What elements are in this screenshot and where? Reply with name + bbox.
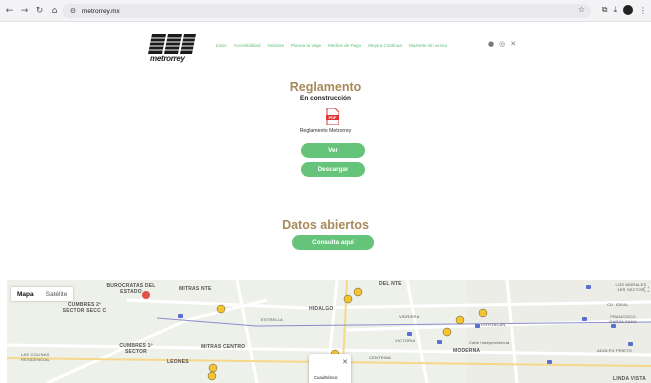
ver-button[interactable]: Ver [301,143,365,158]
nav-noticias[interactable]: Noticias [268,43,284,48]
logo-text: metrorrey [150,54,185,63]
descargar-button[interactable]: Descargar [301,162,365,177]
map-label: DEL NTE [379,281,402,287]
pdf-badge: PDF [329,115,338,120]
map-label: MODERNA [453,348,481,354]
url-text[interactable]: metrorrey.mx [82,8,120,15]
map-label: CD. IDEAL [607,302,629,307]
map-label: ESTRELLA [261,317,284,322]
tab-mapa[interactable]: Mapa [11,287,40,301]
nav-muevete-sin-acoso[interactable]: Muévete sin acoso [409,43,447,48]
map-infowindow: ✕ Cuauhtémoc [309,354,351,383]
profile-icon[interactable] [623,5,633,15]
x-icon[interactable]: ✕ [510,40,516,48]
back-icon[interactable]: ← [4,5,15,16]
map-label: LEONES [167,359,189,365]
map-label: CENTRINA [369,355,392,360]
browser-actions: ⧉ ⤓ ⋮ [602,5,647,15]
infowindow-title: Cuauhtémoc [314,375,338,380]
map-label: CUMBRES 2º SECTOR SECC C [62,302,107,314]
map-label: CUMBRES 1º SECTOR [119,343,153,355]
download-icon[interactable]: ⤓ [613,5,617,15]
reglamento-title: Reglamento [289,80,362,94]
map-label: LINDA VISTA [613,376,647,382]
map-label: ADOLFO PRIETO [597,348,632,353]
tab-satelite[interactable]: Satélite [40,287,74,301]
facebook-icon[interactable]: ● [488,40,494,48]
nav-medios-de-pago[interactable]: Medios de Pago [328,43,361,48]
map-label: VIDRIERA [399,314,420,319]
map-label: Calle Independencia [469,340,510,345]
map-view[interactable]: Mapa Satélite ⛶ BUROCRATAS DEL ESTADO CU… [7,280,651,383]
instagram-icon[interactable]: ◎ [499,40,505,48]
map-label: COYOACÁN [481,322,506,327]
main-nav: Inicio Accesibilidad Noticias Planea tu … [216,43,447,48]
address-bar[interactable]: ⚙ metrorrey.mx ☆ [62,4,591,18]
map-label: VICTORIA [395,338,416,343]
site-info-icon[interactable]: ⚙ [68,6,78,16]
nav-planea-tu-viaje[interactable]: Planea tu viaje [291,43,321,48]
pdf-file-icon[interactable]: PDF [326,108,339,125]
consulta-aqui-button[interactable]: Consulta aquí [292,235,374,250]
map-type-tabs: Mapa Satélite [11,287,74,301]
map-label: HIDALGO [309,306,334,312]
map-label: LAS COLINAS RESIDENCIAL [21,352,50,362]
map-label: MITRAS NTE [179,286,212,292]
nav-inicio[interactable]: Inicio [216,43,227,48]
reglamento-subtitle: En construcción [300,95,351,102]
map-label: BUROCRATAS DEL ESTADO [106,283,156,295]
menu-icon[interactable]: ⋮ [639,6,647,15]
browser-toolbar: ← → ↻ ⌂ ⚙ metrorrey.mx ☆ ⧉ ⤓ ⋮ [0,0,651,22]
pdf-label[interactable]: Reglamento Metrorrey [0,128,651,134]
close-icon[interactable]: ✕ [342,358,348,366]
home-icon[interactable]: ⌂ [49,5,60,16]
nav-mejora-continua[interactable]: Mejora Continua [368,43,402,48]
extensions-icon[interactable]: ⧉ [602,5,608,15]
datos-abiertos-title: Datos abiertos [282,218,369,232]
forward-icon[interactable]: → [19,5,30,16]
reload-icon[interactable]: ↻ [34,5,45,16]
site-header: metrorrey Inicio Accesibilidad Noticias … [0,22,651,72]
star-icon[interactable]: ☆ [578,5,585,14]
social-links: ● ◎ ✕ [488,40,516,48]
map-label: LOS MORALES 1ER SECTOR [615,282,647,292]
map-label: FRANCISCO GARZA SADA [609,314,637,324]
nav-accesibilidad[interactable]: Accesibilidad [234,43,261,48]
map-label: MITRAS CENTRO [201,344,246,350]
